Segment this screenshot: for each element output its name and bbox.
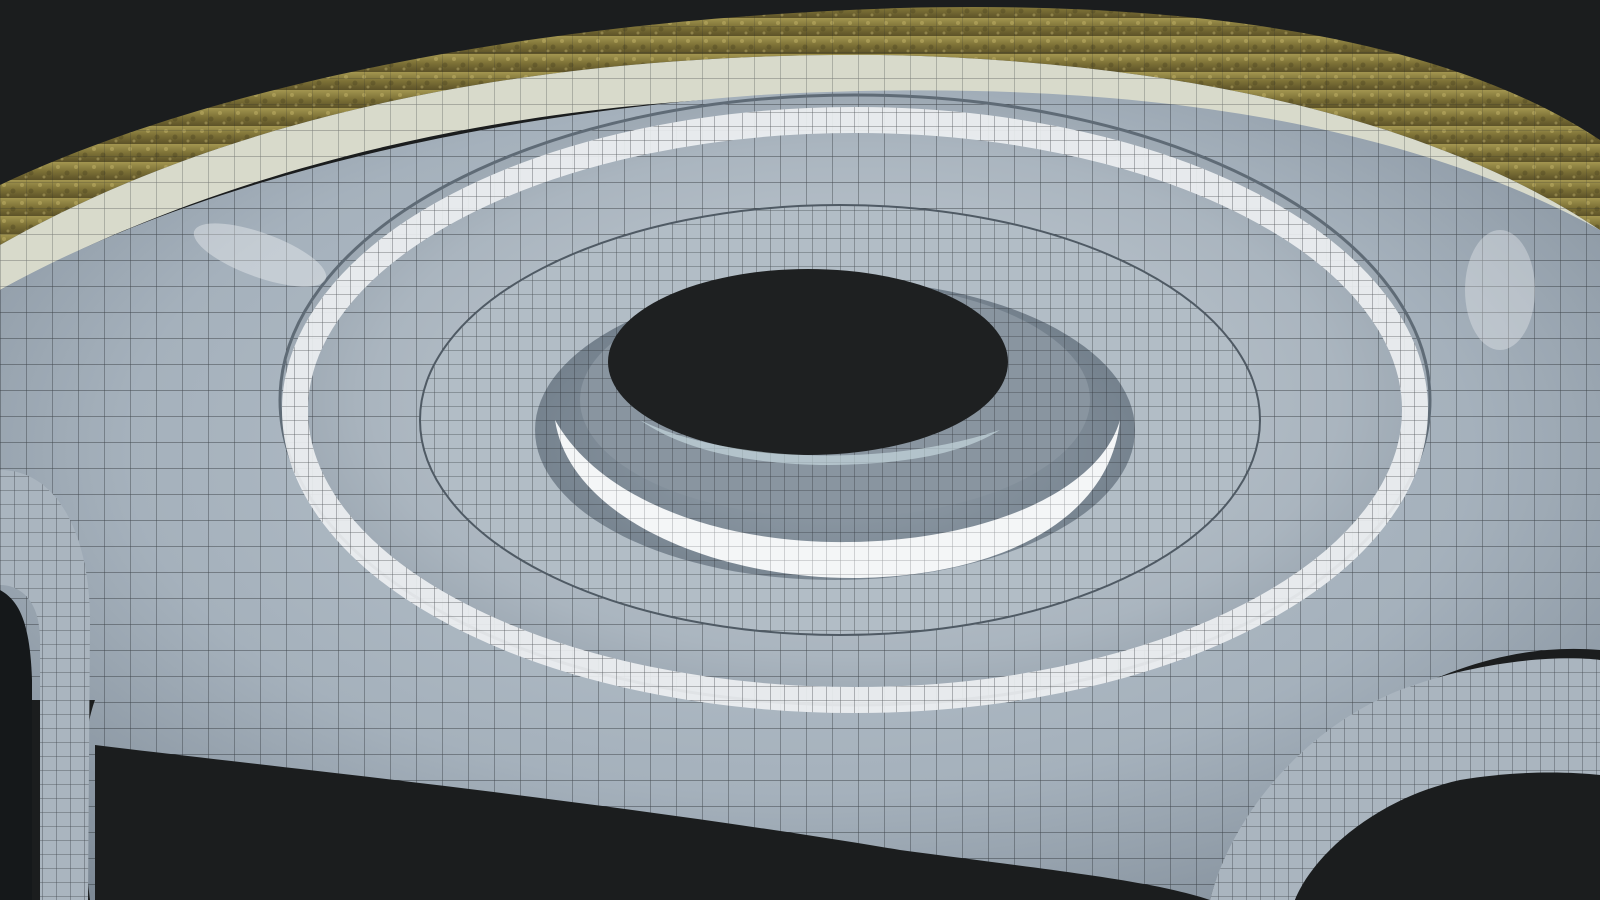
mesh-render xyxy=(0,0,1600,900)
central-hole xyxy=(608,269,1008,455)
render-viewport xyxy=(0,0,1600,900)
